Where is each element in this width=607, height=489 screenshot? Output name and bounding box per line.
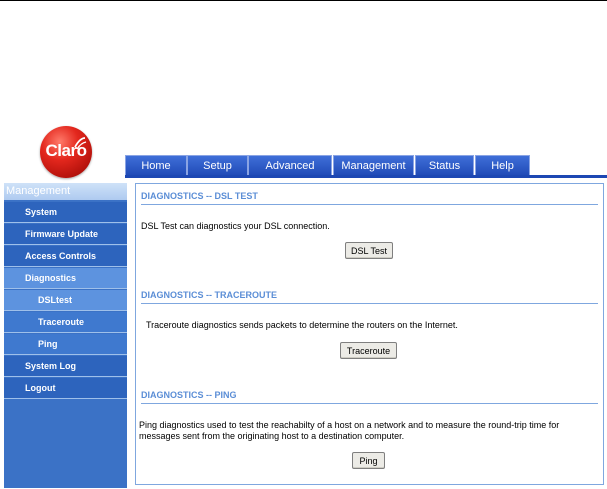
dsl-test-description: DSL Test can diagnostics your DSL connec… [141,221,330,231]
tab-home[interactable]: Home [125,155,187,176]
sidebar-item-traceroute[interactable]: Traceroute [4,312,127,333]
top-border-line [0,0,607,1]
tab-advanced[interactable]: Advanced [248,155,332,176]
sidebar-item-system-log[interactable]: System Log [4,356,127,377]
main-content: DIAGNOSTICS -- DSL TEST DSL Test can dia… [135,183,604,485]
sidebar-item-firmware-update[interactable]: Firmware Update [4,224,127,245]
tab-setup[interactable]: Setup [187,155,248,176]
tab-underline [125,175,607,178]
sidebar-item-diagnostics[interactable]: Diagnostics [4,268,127,289]
sidebar-item-system[interactable]: System [4,202,127,223]
logo-swoosh-icon [74,137,87,150]
tab-help[interactable]: Help [475,155,530,176]
ping-button[interactable]: Ping [352,452,385,469]
sidebar-item-access-controls[interactable]: Access Controls [4,246,127,267]
dsl-test-title: DIAGNOSTICS -- DSL TEST [141,191,258,201]
ping-description: Ping diagnostics used to test the reacha… [139,420,560,441]
tab-management[interactable]: Management [333,155,414,176]
traceroute-description: Traceroute diagnostics sends packets to … [146,320,458,330]
ping-title: DIAGNOSTICS -- PING [141,390,237,400]
claro-logo: Claro [40,126,92,178]
sidebar-item-logout[interactable]: Logout [4,378,127,399]
traceroute-button[interactable]: Traceroute [340,342,397,359]
sidebar-header: Management [4,183,127,200]
sidebar-item-ping[interactable]: Ping [4,334,127,355]
dsl-test-button[interactable]: DSL Test [345,242,393,259]
traceroute-title: DIAGNOSTICS -- TRACEROUTE [141,290,277,300]
ping-divider [141,403,598,404]
tab-status[interactable]: Status [415,155,474,176]
sidebar-item-dsltest[interactable]: DSLtest [4,290,127,311]
dsl-test-divider [141,204,598,205]
sidebar: Management System Firmware Update Access… [4,183,127,488]
traceroute-divider [141,303,598,304]
